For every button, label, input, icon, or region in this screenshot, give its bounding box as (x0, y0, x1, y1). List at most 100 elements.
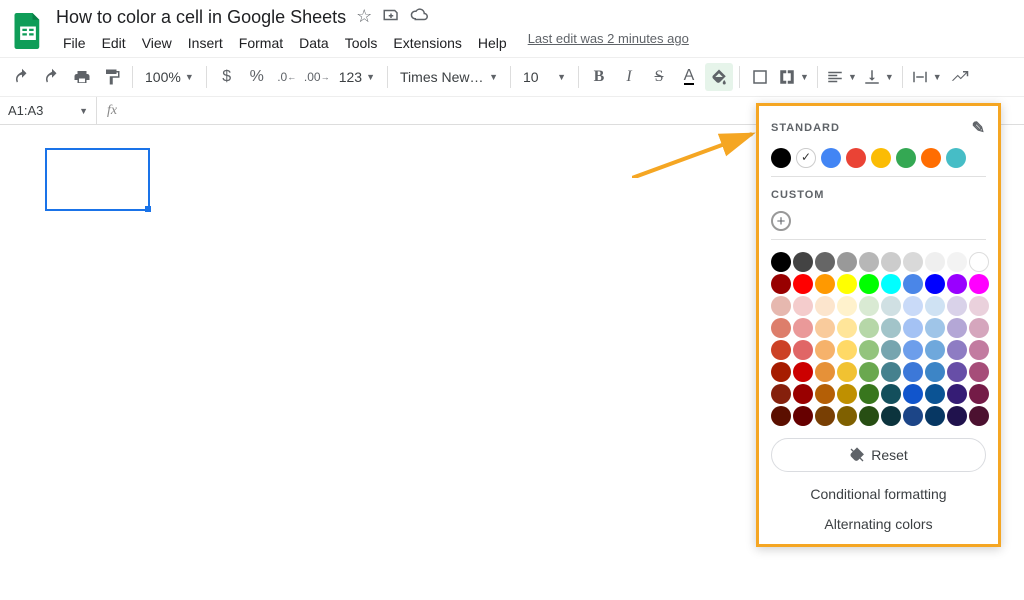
color-swatch[interactable] (837, 340, 857, 360)
paint-format-button[interactable] (98, 63, 126, 91)
color-swatch[interactable] (859, 318, 879, 338)
color-swatch[interactable] (821, 148, 841, 168)
color-swatch[interactable] (925, 384, 945, 404)
color-swatch[interactable] (793, 274, 813, 294)
color-swatch[interactable] (793, 362, 813, 382)
more-formats-dropdown[interactable]: 123▼ (333, 63, 381, 91)
color-swatch[interactable] (837, 362, 857, 382)
doc-title[interactable]: How to color a cell in Google Sheets (56, 7, 346, 28)
color-swatch[interactable] (846, 148, 866, 168)
color-swatch[interactable] (859, 296, 879, 316)
sheets-logo[interactable] (8, 11, 48, 51)
color-swatch[interactable] (903, 274, 923, 294)
color-swatch[interactable] (837, 274, 857, 294)
color-swatch[interactable] (921, 148, 941, 168)
valign-dropdown[interactable]: ▼ (861, 63, 896, 91)
name-box[interactable]: A1:A3▼ (0, 97, 97, 124)
menu-view[interactable]: View (135, 31, 179, 55)
italic-button[interactable]: I (615, 63, 643, 91)
color-swatch[interactable] (793, 384, 813, 404)
zoom-dropdown[interactable]: 100%▼ (139, 63, 200, 91)
color-swatch[interactable] (881, 318, 901, 338)
color-swatch[interactable] (793, 340, 813, 360)
color-swatch[interactable] (903, 406, 923, 426)
reset-button[interactable]: Reset (771, 438, 986, 472)
color-swatch[interactable] (771, 384, 791, 404)
star-icon[interactable]: ☆ (356, 6, 372, 29)
color-swatch[interactable] (903, 340, 923, 360)
wrap-dropdown[interactable]: ▼ (909, 63, 944, 91)
text-color-button[interactable]: A (675, 63, 703, 91)
color-swatch[interactable] (969, 362, 989, 382)
color-swatch[interactable] (859, 274, 879, 294)
conditional-formatting-link[interactable]: Conditional formatting (771, 486, 986, 502)
merge-dropdown[interactable]: ▼ (776, 63, 811, 91)
color-swatch[interactable] (947, 340, 967, 360)
cell[interactable] (45, 149, 150, 170)
move-icon[interactable] (382, 6, 400, 29)
color-swatch[interactable] (815, 384, 835, 404)
color-swatch[interactable] (903, 362, 923, 382)
color-swatch[interactable] (947, 384, 967, 404)
color-swatch[interactable] (859, 340, 879, 360)
color-swatch[interactable] (837, 406, 857, 426)
color-swatch[interactable] (946, 148, 966, 168)
color-swatch[interactable] (815, 362, 835, 382)
menu-help[interactable]: Help (471, 31, 514, 55)
add-custom-color-button[interactable]: + (771, 211, 791, 231)
decrease-decimal-button[interactable]: .0← (273, 63, 301, 91)
color-swatch[interactable] (881, 384, 901, 404)
color-swatch[interactable] (947, 274, 967, 294)
halign-dropdown[interactable]: ▼ (824, 63, 859, 91)
color-swatch[interactable] (896, 148, 916, 168)
undo-button[interactable] (8, 63, 36, 91)
color-swatch[interactable] (969, 252, 989, 272)
alternating-colors-link[interactable]: Alternating colors (771, 516, 986, 532)
color-swatch[interactable] (925, 406, 945, 426)
color-swatch[interactable] (903, 296, 923, 316)
color-swatch[interactable] (793, 318, 813, 338)
color-swatch[interactable] (947, 296, 967, 316)
color-swatch[interactable] (969, 318, 989, 338)
color-swatch[interactable] (793, 406, 813, 426)
percent-button[interactable]: % (243, 63, 271, 91)
fill-color-button[interactable] (705, 63, 733, 91)
color-swatch[interactable] (771, 340, 791, 360)
color-swatch[interactable] (837, 318, 857, 338)
color-swatch[interactable] (771, 406, 791, 426)
color-swatch[interactable] (903, 318, 923, 338)
color-swatch[interactable] (771, 362, 791, 382)
cloud-icon[interactable] (410, 6, 428, 29)
color-swatch[interactable] (771, 318, 791, 338)
color-swatch[interactable] (837, 296, 857, 316)
color-swatch[interactable] (881, 362, 901, 382)
color-swatch[interactable] (859, 406, 879, 426)
edit-icon[interactable]: ✎ (972, 118, 986, 138)
font-size-dropdown[interactable]: 10▼ (517, 63, 572, 91)
menu-format[interactable]: Format (232, 31, 290, 55)
currency-button[interactable]: $ (213, 63, 241, 91)
color-swatch[interactable] (881, 274, 901, 294)
last-edit-link[interactable]: Last edit was 2 minutes ago (528, 31, 689, 55)
color-swatch[interactable] (969, 384, 989, 404)
color-swatch[interactable] (903, 384, 923, 404)
menu-extensions[interactable]: Extensions (386, 31, 468, 55)
color-swatch[interactable] (815, 296, 835, 316)
color-swatch[interactable] (881, 296, 901, 316)
color-swatch[interactable] (815, 274, 835, 294)
strikethrough-button[interactable]: S (645, 63, 673, 91)
increase-decimal-button[interactable]: .00→ (303, 63, 331, 91)
color-swatch[interactable] (881, 406, 901, 426)
color-swatch[interactable] (881, 252, 901, 272)
menu-edit[interactable]: Edit (95, 31, 133, 55)
color-swatch[interactable] (859, 362, 879, 382)
color-swatch[interactable] (925, 296, 945, 316)
menu-data[interactable]: Data (292, 31, 336, 55)
color-swatch[interactable] (796, 148, 816, 168)
color-swatch[interactable] (925, 340, 945, 360)
color-swatch[interactable] (925, 362, 945, 382)
color-swatch[interactable] (925, 274, 945, 294)
color-swatch[interactable] (925, 252, 945, 272)
color-swatch[interactable] (881, 340, 901, 360)
color-swatch[interactable] (947, 252, 967, 272)
